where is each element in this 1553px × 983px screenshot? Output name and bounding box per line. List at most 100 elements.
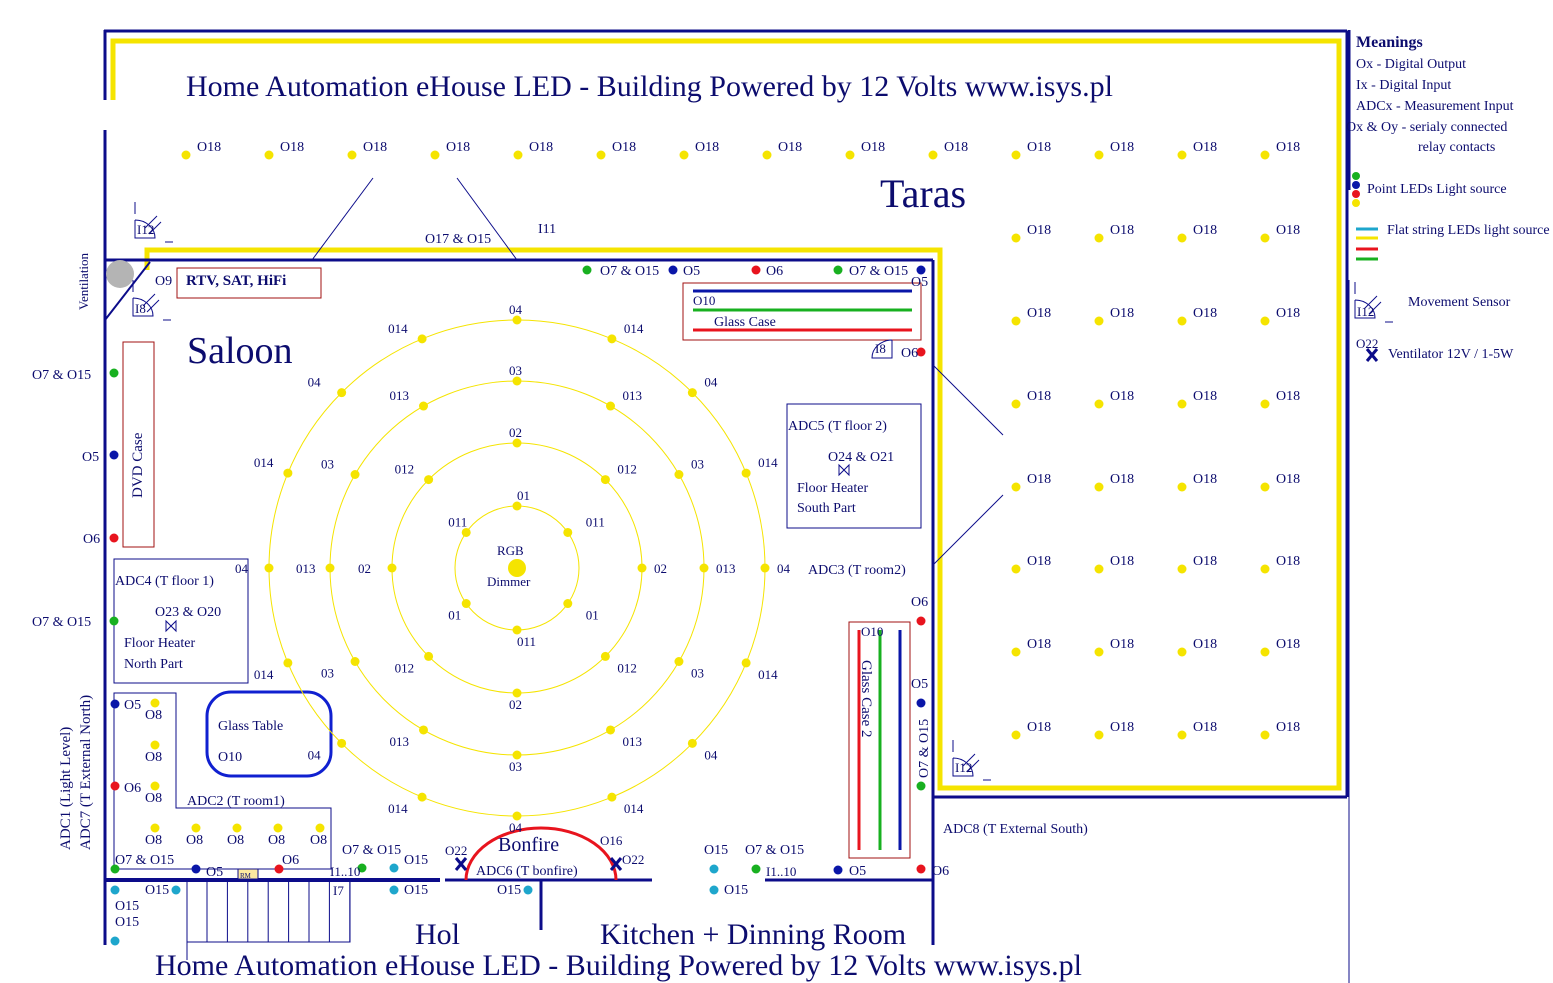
taras-lamp-icon: [1260, 482, 1270, 492]
taras-lamp-label: O18: [1110, 389, 1134, 404]
ring-lamp-label: 011: [448, 514, 467, 529]
point-led-green-icon: [109, 616, 119, 626]
point-led-label: O15: [115, 899, 139, 914]
diagram-label: RM: [240, 872, 252, 880]
taras-lamp-label: O18: [1276, 389, 1300, 404]
point-led-yellow-icon: [150, 781, 160, 791]
ring-lamp-icon: [283, 468, 293, 478]
ring-lamp-icon: [637, 563, 647, 573]
legend-ventilator: Ventilator 12V / 1-5W: [1388, 347, 1514, 362]
ring-lamp-icon: [283, 658, 293, 668]
point-led-label: O6: [932, 864, 949, 879]
taras-lamp-label: O18: [1276, 472, 1300, 487]
diagram-label: DVD Case: [130, 432, 146, 498]
ring-lamp-label: 04: [704, 747, 718, 762]
ring-lamp-label: 01: [586, 608, 599, 623]
point-led-label: O8: [227, 833, 244, 848]
ring-lamp-label: 012: [395, 462, 415, 477]
taras-lamp-label: O18: [1027, 637, 1051, 652]
point-led-label: O7 & O15: [745, 843, 804, 858]
taras-lamp-label: O18: [612, 140, 636, 155]
taras-lamp-label: O18: [1276, 637, 1300, 652]
diagram-label: Ventilation: [76, 252, 91, 310]
taras-lamp-label: O18: [861, 140, 885, 155]
diagram-label: ADC4 (T floor 1): [115, 574, 214, 589]
taras-lamp-icon: [1094, 564, 1104, 574]
point-led-red-icon: [916, 864, 926, 874]
legend-line: Ox - Digital Output: [1356, 57, 1466, 72]
taras-lamp-icon: [1177, 150, 1187, 160]
taras-lamp-label: O18: [1110, 223, 1134, 238]
taras-lamp-label: O18: [1193, 389, 1217, 404]
ring-lamp-label: 012: [617, 660, 637, 675]
ring-lamp-label: 03: [509, 363, 522, 378]
ring-lamp-label: 011: [586, 514, 605, 529]
point-led-label: O8: [145, 708, 162, 723]
point-led-label: O5: [206, 865, 223, 880]
taras-lamp-icon: [1094, 399, 1104, 409]
diagram-label: I8: [875, 341, 886, 356]
ring-lamp-icon: [606, 401, 615, 411]
taras-lamp-label: O18: [1276, 720, 1300, 735]
ring-lamp-icon: [264, 563, 274, 573]
ring-lamp-label: 04: [777, 561, 791, 576]
diagram-label: I11: [538, 222, 556, 237]
taras-lamp-icon: [1011, 482, 1021, 492]
ring-lamp-label: 03: [691, 666, 704, 681]
taras-lamp-label: O18: [1027, 472, 1051, 487]
valve-icon: [165, 619, 177, 633]
ventilator-icon: [454, 857, 468, 871]
taras-lamp-icon: [1094, 150, 1104, 160]
taras-lamp-icon: [1094, 647, 1104, 657]
point-led-label: O5: [683, 264, 700, 279]
point-led-label: O7 & O15: [32, 368, 91, 383]
diagram-label: ADC7 (T External North): [78, 695, 94, 850]
point-led-red-icon: [109, 533, 119, 543]
valve-icon: [838, 463, 850, 477]
legend-sensor-label: I12: [1357, 304, 1374, 319]
ring-lamp-label: 04: [509, 820, 523, 835]
taras-lamp-icon: [1260, 647, 1270, 657]
taras-lamp-icon: [1177, 482, 1187, 492]
ring-lamp-icon: [419, 725, 428, 735]
ring-lamp-label: 014: [254, 455, 274, 470]
taras-lamp-icon: [1177, 730, 1187, 740]
ring-lamp-label: 013: [623, 734, 643, 749]
taras-lamp-icon: [1260, 233, 1270, 243]
point-led-cyan-icon: [110, 885, 120, 895]
point-led-label: O7 & O15: [342, 843, 401, 858]
ring-lamp-icon: [424, 651, 434, 661]
taras-lamp-icon: [181, 150, 191, 160]
point-led-label: O8: [186, 833, 203, 848]
ring-lamp-icon: [687, 388, 697, 398]
legend-line: Ox & Oy - serialy connected: [1346, 120, 1507, 135]
room-saloon: Saloon: [187, 330, 293, 372]
point-led-cyan-icon: [171, 885, 181, 895]
ring-lamp-label: 04: [704, 375, 718, 390]
ventilation-fan-icon: [106, 260, 134, 288]
point-led-label: O6: [766, 264, 783, 279]
diagram-label: O16: [600, 833, 623, 848]
point-led-label: O8: [145, 791, 162, 806]
room-hol: Hol: [415, 918, 460, 951]
wall: [932, 364, 1004, 436]
ring-lamp-icon: [741, 658, 751, 668]
point-led-green-icon: [751, 864, 761, 874]
point-led-cyan-icon: [709, 864, 719, 874]
taras-lamp-label: O18: [1110, 720, 1134, 735]
point-led-label: O15: [145, 883, 169, 898]
taras-lamp-icon: [1177, 647, 1187, 657]
ring-lamp-icon: [337, 388, 347, 398]
diagram-label: I12: [955, 760, 972, 775]
legend-line: relay contacts: [1418, 140, 1495, 155]
taras-lamp-label: O18: [1110, 637, 1134, 652]
taras-lamp-icon: [1260, 150, 1270, 160]
point-led-label: O5: [911, 275, 928, 290]
legend-blue-led-icon: [1352, 181, 1360, 189]
point-led-blue-icon: [668, 265, 678, 275]
ring-lamp-label: 04: [308, 375, 322, 390]
diagram-label: O10: [693, 293, 715, 308]
ring-lamp-label: 014: [758, 667, 778, 682]
point-led-label: O15: [115, 915, 139, 930]
diagram-label: Glass Table: [218, 719, 283, 734]
